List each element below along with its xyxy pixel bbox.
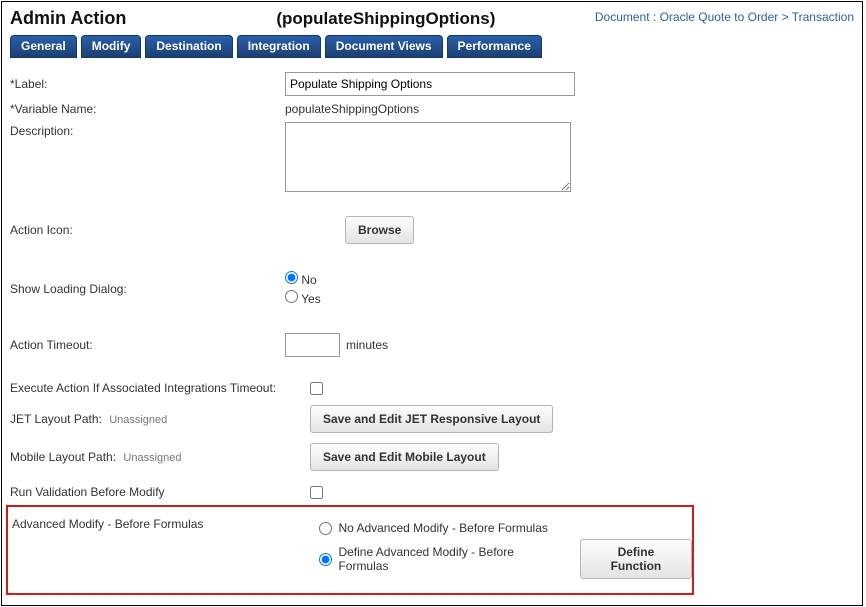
label-lbl: *Label: xyxy=(10,77,285,91)
variable-name-value: populateShippingOptions xyxy=(285,102,419,116)
save-edit-jet-layout-button[interactable]: Save and Edit JET Responsive Layout xyxy=(310,405,553,433)
description-lbl: Description: xyxy=(10,122,285,138)
show-loading-lbl: Show Loading Dialog: xyxy=(10,282,285,296)
page-subtitle: (populateShippingOptions) xyxy=(276,9,495,29)
advanced-define-label: Define Advanced Modify - Before Formulas xyxy=(338,545,565,573)
jet-layout-lbl: JET Layout Path: Unassigned xyxy=(10,412,310,426)
breadcrumb-prefix: Document : xyxy=(595,10,660,24)
advanced-modify-lbl: Advanced Modify - Before Formulas xyxy=(8,517,319,531)
tab-modify[interactable]: Modify xyxy=(81,35,142,58)
timeout-units: minutes xyxy=(346,338,388,352)
tab-document-views[interactable]: Document Views xyxy=(325,35,443,58)
mobile-layout-status: Unassigned xyxy=(123,452,181,464)
mobile-layout-label-text: Mobile Layout Path: xyxy=(10,450,116,464)
advanced-none-radio[interactable] xyxy=(319,522,332,535)
exec-integrations-timeout-lbl: Execute Action If Associated Integration… xyxy=(10,381,310,395)
define-function-button[interactable]: Define Function xyxy=(580,539,692,579)
variable-name-lbl: *Variable Name: xyxy=(10,102,285,116)
tab-integration[interactable]: Integration xyxy=(237,35,321,58)
tab-destination[interactable]: Destination xyxy=(145,35,232,58)
breadcrumb: Document : Oracle Quote to Order > Trans… xyxy=(595,10,854,24)
tab-bar: General Modify Destination Integration D… xyxy=(10,35,854,58)
jet-layout-status: Unassigned xyxy=(109,414,167,426)
run-validation-lbl: Run Validation Before Modify xyxy=(10,485,310,499)
action-icon-lbl: Action Icon: xyxy=(10,223,285,237)
action-timeout-input[interactable] xyxy=(285,333,340,357)
jet-layout-label-text: JET Layout Path: xyxy=(10,412,102,426)
description-textarea[interactable] xyxy=(285,122,571,192)
advanced-none-label: No Advanced Modify - Before Formulas xyxy=(338,521,547,535)
browse-button[interactable]: Browse xyxy=(345,216,414,244)
breadcrumb-separator: > xyxy=(778,10,791,24)
loading-yes-radio[interactable] xyxy=(285,290,298,303)
tab-general[interactable]: General xyxy=(10,35,77,58)
save-edit-mobile-layout-button[interactable]: Save and Edit Mobile Layout xyxy=(310,443,499,471)
tab-performance[interactable]: Performance xyxy=(447,35,542,58)
action-timeout-lbl: Action Timeout: xyxy=(10,338,285,352)
advanced-modify-section: Advanced Modify - Before Formulas No Adv… xyxy=(6,505,694,595)
breadcrumb-link-quote-to-order[interactable]: Oracle Quote to Order xyxy=(660,10,779,24)
mobile-layout-lbl: Mobile Layout Path: Unassigned xyxy=(10,450,310,464)
page-title: Admin Action xyxy=(10,6,126,29)
header-row: Admin Action (populateShippingOptions) D… xyxy=(10,6,854,29)
exec-integrations-timeout-checkbox[interactable] xyxy=(310,382,323,395)
loading-no-label: No xyxy=(301,273,316,287)
advanced-define-radio[interactable] xyxy=(319,553,332,566)
label-input[interactable] xyxy=(285,72,575,96)
breadcrumb-link-transaction[interactable]: Transaction xyxy=(792,10,854,24)
run-validation-checkbox[interactable] xyxy=(310,486,323,499)
loading-no-radio[interactable] xyxy=(285,271,298,284)
loading-yes-label: Yes xyxy=(301,292,321,306)
